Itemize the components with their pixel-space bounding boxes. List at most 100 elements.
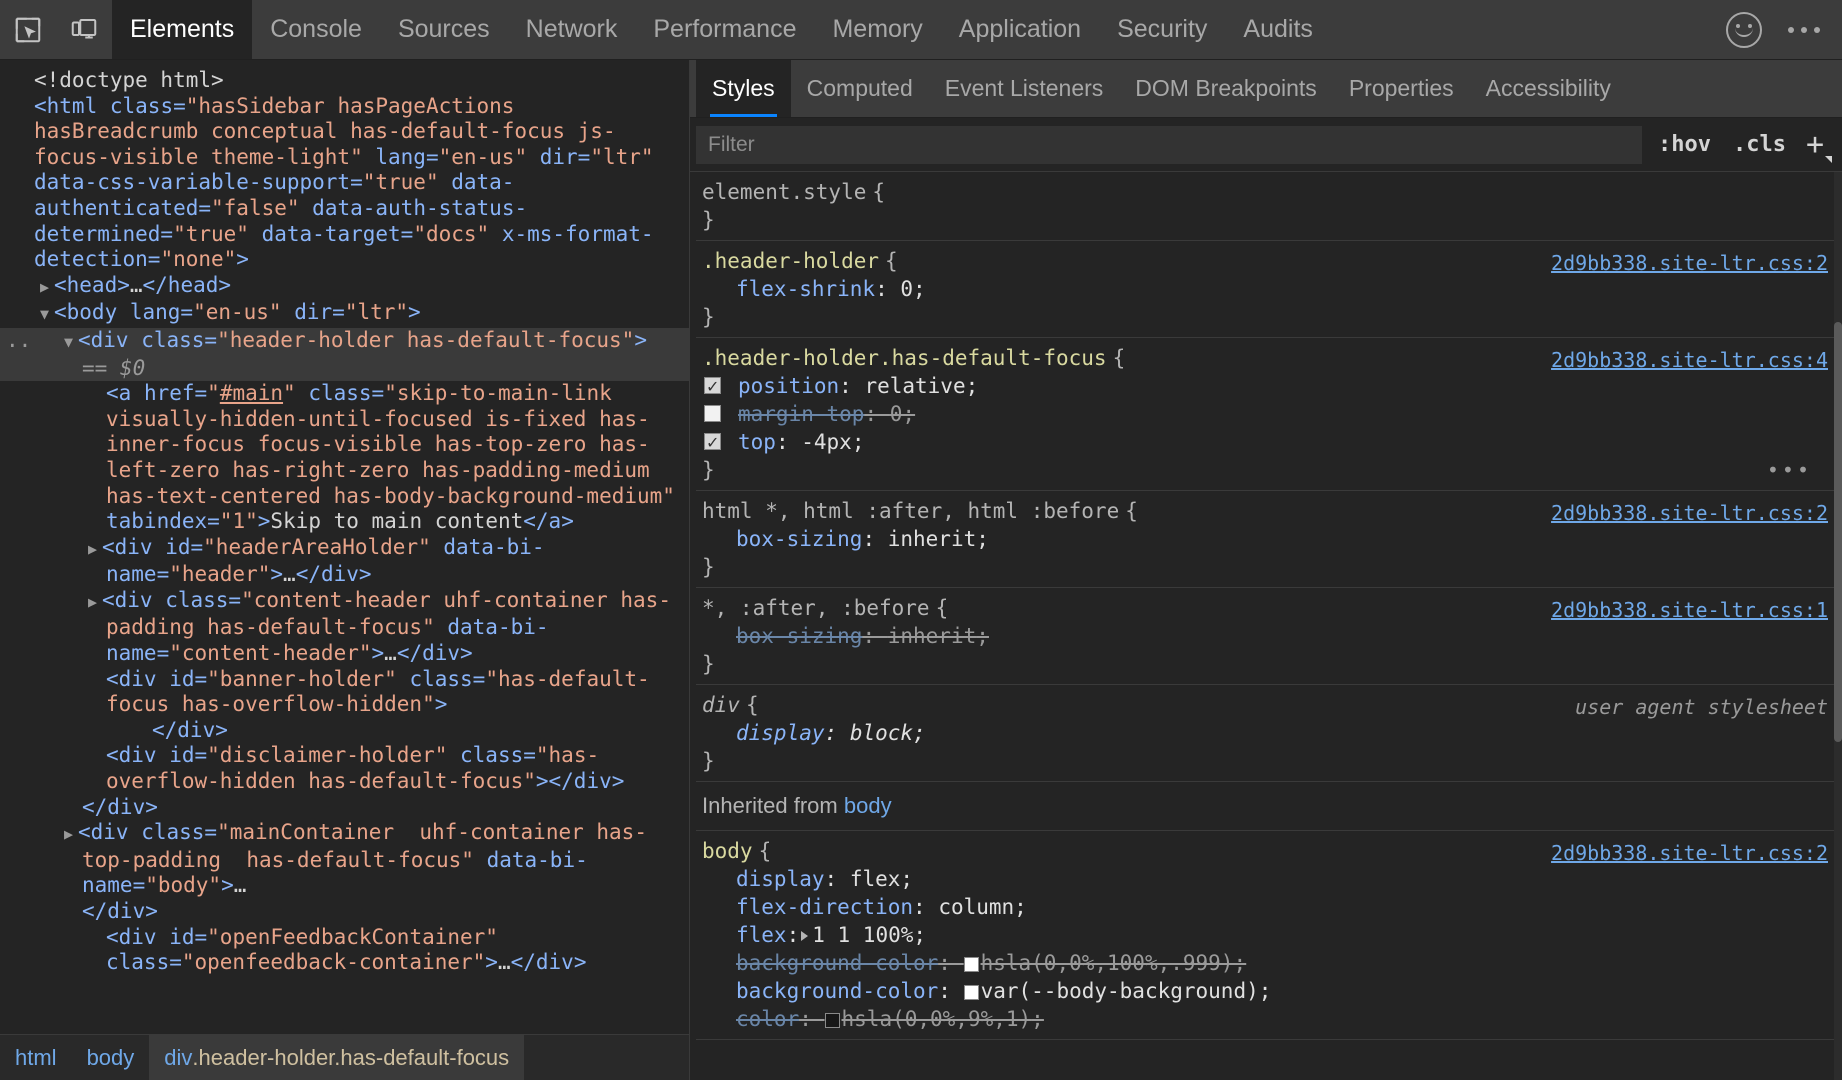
tab-network[interactable]: Network [508,0,636,59]
declaration-value[interactable]: inherit [888,527,977,551]
rule-selector[interactable]: .header-holder [696,249,879,273]
hov-toggle-button[interactable]: :hov [1652,132,1717,157]
tab-elements[interactable]: Elements [112,0,252,59]
declaration-checkbox[interactable] [704,433,721,450]
color-swatch[interactable] [964,985,979,1000]
declaration-property[interactable]: color [736,1007,799,1031]
style-rule-element-style[interactable]: element.style{ } [696,172,1842,241]
declaration[interactable]: color: hsla(0,0%,9%,1); [696,1005,1842,1033]
declaration-property[interactable]: top [738,430,776,454]
declaration-property[interactable]: flex-direction [736,895,913,919]
declaration-checkbox[interactable] [704,405,721,422]
dom-node-banner-holder[interactable]: <div id="banner-holder" class="has-defau… [0,667,689,744]
rule-origin-link[interactable]: 2d9bb338.site-ltr.css:1 [1551,596,1828,624]
style-rule-div-user-agent[interactable]: div{ user agent stylesheet display: bloc… [696,685,1842,782]
new-style-rule-button[interactable]: + [1802,130,1832,160]
inspect-element-icon[interactable] [0,0,56,59]
expand-triangle-icon[interactable]: ▶ [64,822,78,848]
dom-node-feedback-container[interactable]: <div id="openFeedbackContainer" class="o… [0,925,689,976]
declaration-value[interactable]: block [850,721,913,745]
declaration[interactable]: display: block; [696,719,1842,747]
tab-event-listeners[interactable]: Event Listeners [929,60,1120,117]
style-rule-universal[interactable]: *, :after, :before{ 2d9bb338.site-ltr.cs… [696,588,1842,685]
expand-shorthand-icon[interactable] [801,931,808,941]
rule-origin-link[interactable]: 2d9bb338.site-ltr.css:2 [1551,249,1828,277]
inherited-source[interactable]: body [844,793,892,818]
dom-node-header-holder-close[interactable]: </div> [0,795,689,821]
styles-scrollbar-thumb[interactable] [1834,322,1842,742]
declaration[interactable]: box-sizing: inherit; [696,525,1842,553]
dom-node-header-holder[interactable]: .. ▼<div class="header-holder has-defaul… [0,328,689,381]
expand-triangle-icon[interactable]: ▶ [88,590,102,616]
rule-selector[interactable]: element.style [696,180,866,204]
dom-node-doctype[interactable]: <!doctype html> [0,68,689,94]
declaration[interactable]: margin-top: 0; [696,400,1842,428]
declaration-property[interactable]: margin-top [738,402,864,426]
rule-origin-link[interactable]: 2d9bb338.site-ltr.css:4 [1551,346,1828,374]
declaration-property[interactable]: display [736,867,825,891]
declaration-checkbox[interactable] [704,377,721,394]
style-rule-html-universal[interactable]: html *, html :after, html :before{ 2d9bb… [696,491,1842,588]
expand-triangle-icon[interactable]: ▶ [88,537,102,563]
declaration[interactable]: flex:1 1 100%; [696,921,1842,949]
declaration[interactable]: background-color: var(--body-background)… [696,977,1842,1005]
styles-filter-input[interactable] [696,126,1642,164]
declaration[interactable]: position: relative; [696,372,1842,400]
dom-node-header-area-holder[interactable]: ▶<div id="headerAreaHolder" data-bi-name… [0,535,689,588]
declaration-value[interactable]: hsla(0,0%,9%,1) [842,1007,1032,1031]
tab-audits[interactable]: Audits [1225,0,1330,59]
device-toolbar-icon[interactable] [56,0,112,59]
rule-selector[interactable]: div [696,693,740,717]
declaration-value[interactable]: var(--body-background) [981,979,1259,1003]
more-options-icon[interactable] [1788,27,1820,33]
declaration[interactable]: display: flex; [696,865,1842,893]
declaration-property[interactable]: box-sizing [736,624,862,648]
tab-memory[interactable]: Memory [814,0,940,59]
declaration[interactable]: box-sizing: inherit; [696,622,1842,650]
tab-computed[interactable]: Computed [791,60,929,117]
color-swatch[interactable] [964,957,979,972]
dom-node-html[interactable]: <html class="hasSidebar hasPageActions h… [0,94,689,273]
declaration-property[interactable]: flex [736,923,787,947]
breadcrumb-item-div-header-holder[interactable]: div.header-holder.has-default-focus [149,1035,524,1080]
expand-triangle-icon[interactable]: ▶ [40,275,54,301]
declaration-value[interactable]: inherit [888,624,977,648]
rule-origin-link[interactable]: 2d9bb338.site-ltr.css:2 [1551,839,1828,867]
declaration[interactable]: top: -4px; [696,428,1842,456]
declaration-value[interactable]: 0 [900,277,913,301]
rule-selector[interactable]: *, :after, :before [696,596,930,620]
breadcrumb-item-body[interactable]: body [72,1035,150,1080]
collapse-triangle-icon[interactable]: ▼ [40,302,54,328]
declaration-value[interactable]: column [938,895,1014,919]
tab-properties[interactable]: Properties [1333,60,1470,117]
rule-selector[interactable]: body [696,839,753,863]
dom-node-main-container-close[interactable]: </div> [0,899,689,925]
dom-tree[interactable]: <!doctype html> <html class="hasSidebar … [0,60,689,1034]
declaration-property[interactable]: background-color [736,979,938,1003]
tab-security[interactable]: Security [1099,0,1225,59]
collapse-triangle-icon[interactable]: ▼ [64,330,78,356]
tab-dom-breakpoints[interactable]: DOM Breakpoints [1119,60,1333,117]
tab-accessibility[interactable]: Accessibility [1470,60,1627,117]
styles-rules-list[interactable]: element.style{ } .header-holder{ 2d9bb33… [690,172,1842,1080]
tab-console[interactable]: Console [252,0,380,59]
declaration-property[interactable]: display [736,721,825,745]
declaration-value[interactable]: 0 [890,402,903,426]
rule-selector[interactable]: .header-holder.has-default-focus [696,346,1107,370]
dom-node-content-header[interactable]: ▶<div class="content-header uhf-containe… [0,588,689,667]
smiley-face-icon[interactable] [1726,12,1762,48]
rule-origin-link[interactable]: 2d9bb338.site-ltr.css:2 [1551,499,1828,527]
declaration-value[interactable]: hsla(0,0%,100%,.999) [981,951,1234,975]
declaration-property[interactable]: flex-shrink [736,277,875,301]
declaration-value[interactable]: flex [850,867,901,891]
declaration-property[interactable]: background-color [736,951,938,975]
style-rule-body[interactable]: body{ 2d9bb338.site-ltr.css:2 display: f… [696,831,1842,1040]
tab-sources[interactable]: Sources [380,0,508,59]
cls-toggle-button[interactable]: .cls [1727,132,1792,157]
declaration[interactable]: background-color: hsla(0,0%,100%,.999); [696,949,1842,977]
rule-selector[interactable]: html *, html :after, html :before [696,499,1119,523]
declaration-property[interactable]: box-sizing [736,527,862,551]
dom-node-skip-link[interactable]: <a href="#main" class="skip-to-main-link… [0,381,689,535]
declaration[interactable]: flex-direction: column; [696,893,1842,921]
rule-overflow-dots-icon[interactable]: ••• [1767,456,1812,484]
